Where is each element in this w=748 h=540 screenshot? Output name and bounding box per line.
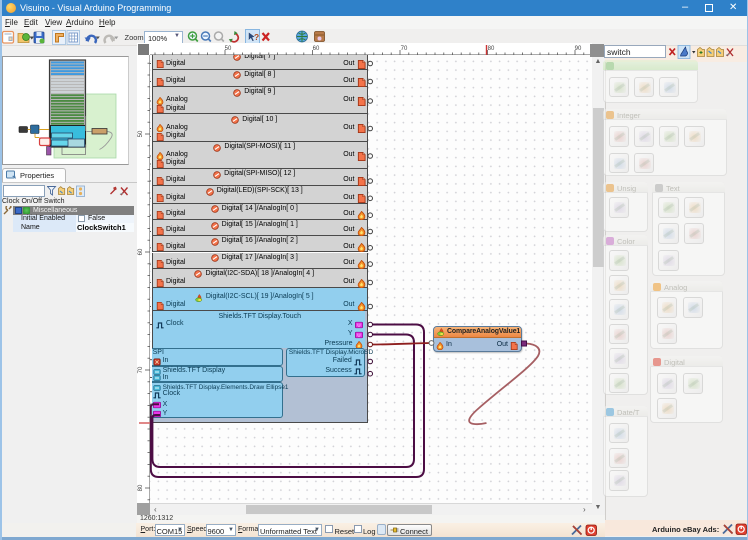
svg-text:90: 90 (575, 46, 582, 52)
svg-text:70: 70 (138, 366, 144, 373)
svg-text:70: 70 (401, 46, 408, 52)
svg-text:80: 80 (488, 46, 495, 52)
svg-text:80: 80 (138, 484, 144, 491)
svg-text:50: 50 (138, 130, 144, 137)
svg-text:50: 50 (225, 46, 232, 52)
svg-text:60: 60 (138, 248, 144, 255)
svg-text:?: ? (254, 32, 259, 42)
svg-text:60: 60 (313, 46, 320, 52)
